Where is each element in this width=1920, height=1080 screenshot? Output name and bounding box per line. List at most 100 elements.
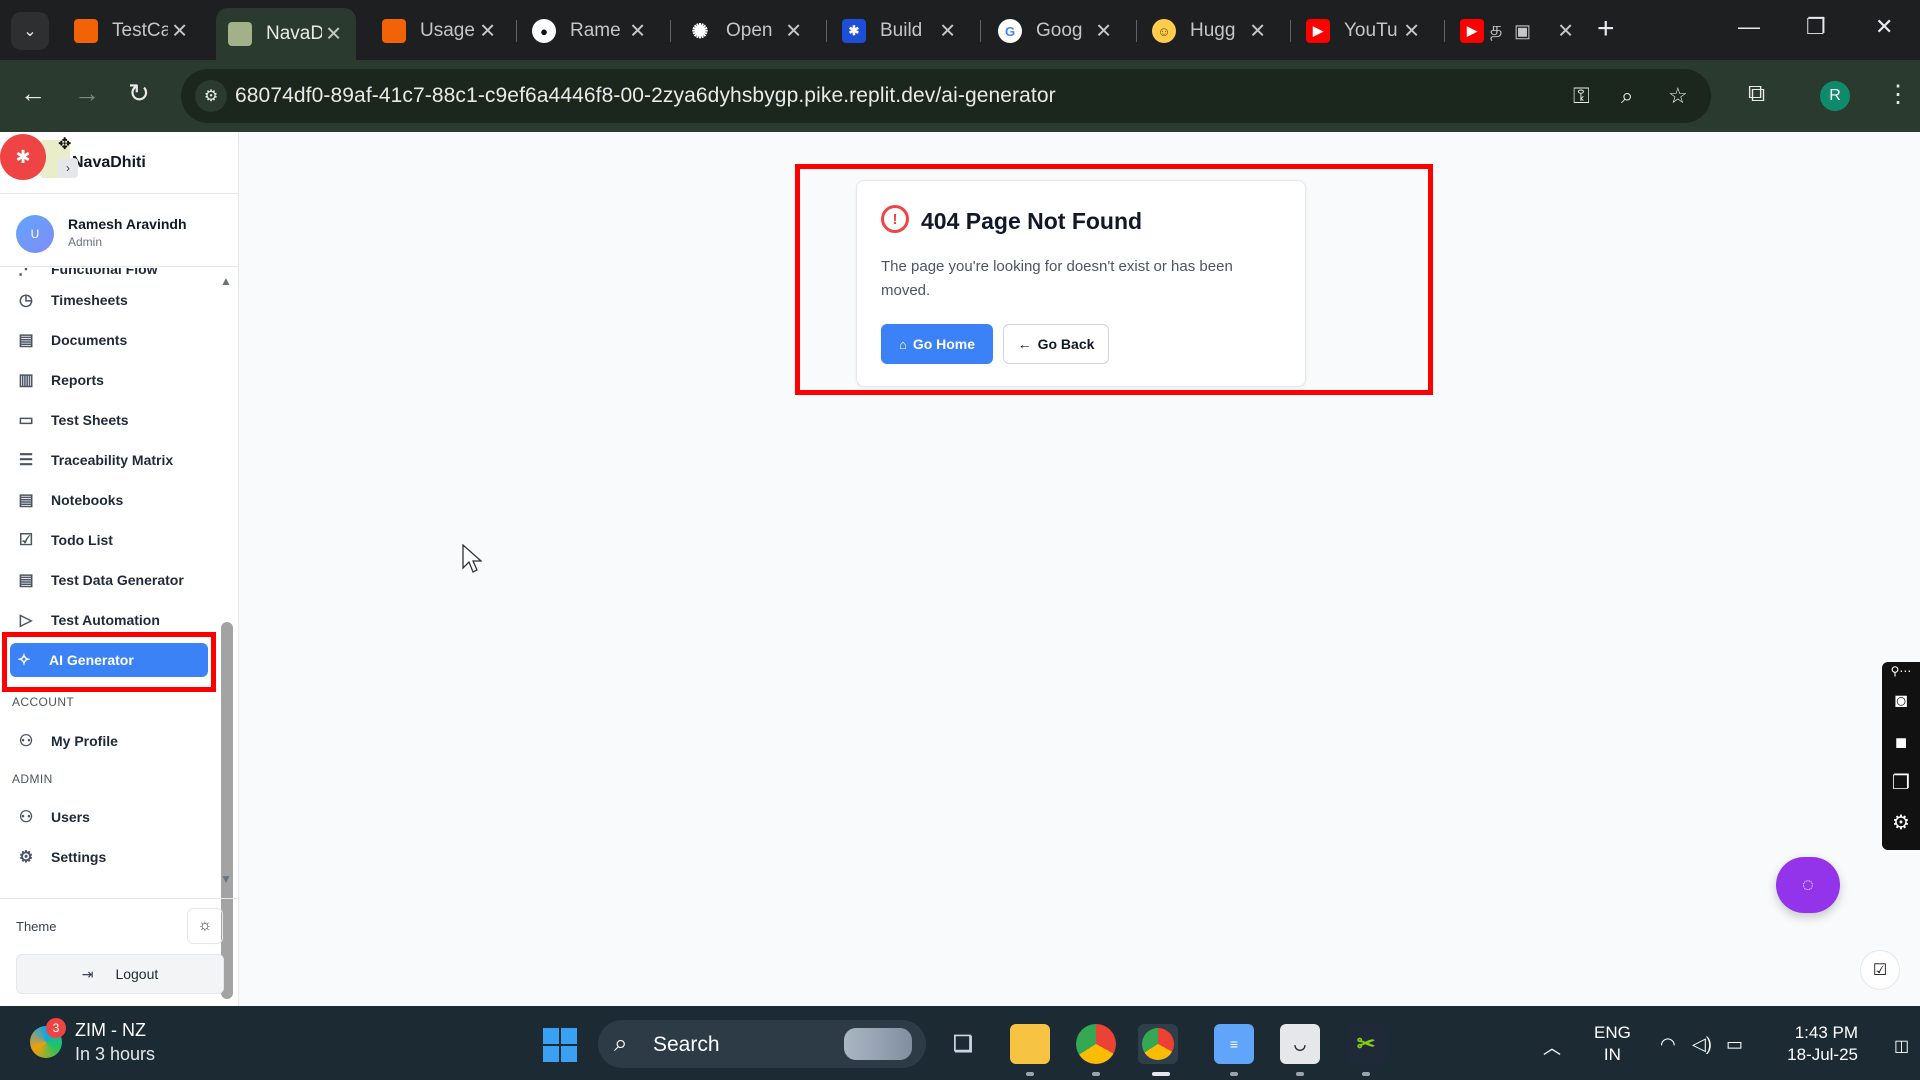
sidebar-item-traceability-matrix[interactable]: ☰ Traceability Matrix [12,443,206,477]
minimize-icon[interactable]: — [1738,14,1760,40]
browser-tab[interactable]: ✺ Open ✕ [676,10,816,52]
notification-badge: 3 [46,1018,66,1038]
tab-separator [980,20,981,42]
sidebar-item-users[interactable]: ⚇ Users [12,800,206,834]
alert-circle-icon: ! [881,205,909,233]
go-home-button[interactable]: ⌂ Go Home [881,324,993,364]
browser-toolbar: ← → ↻ ⚙ 68074df0-89af-41c7-88c1-c9ef6a44… [0,60,1920,132]
browser-tab[interactable]: ☺ Hugg ✕ [1140,10,1280,52]
github-icon: ● [532,19,556,43]
close-icon[interactable]: ✕ [1249,19,1266,44]
site-info-icon[interactable]: ⚙ [195,80,227,112]
windows-icon[interactable]: ❐ [1888,770,1914,795]
notepad-icon[interactable]: ≡ [1214,1024,1254,1064]
gear-icon[interactable]: ⚙ [1888,810,1914,835]
windows-start-icon[interactable] [543,1028,577,1062]
language-indicator[interactable]: ENG IN [1594,1022,1631,1066]
scroll-down-arrow[interactable]: ▼ [219,872,233,886]
browser-tab[interactable]: G Goog ✕ [986,10,1126,52]
checkbox-icon: ☑ [18,532,34,549]
sidebar-item-label: Settings [51,849,107,865]
address-bar[interactable]: ⚙ 68074df0-89af-41c7-88c1-c9ef6a4446f8-0… [181,69,1711,123]
chrome-active-window[interactable] [1138,1024,1178,1064]
tab-title: NavaD [266,23,322,44]
close-icon[interactable]: ✕ [171,19,188,44]
weather-subtitle[interactable]: In 3 hours [75,1044,155,1065]
url-text[interactable]: 68074df0-89af-41c7-88c1-c9ef6a4446f8-00-… [235,84,1056,108]
scroll-up-arrow[interactable]: ▲ [219,274,233,288]
sidebar-item-label: Todo List [51,532,113,548]
section-heading-admin: ADMIN [12,772,53,786]
tab-separator [1136,20,1137,42]
snipping-tool-icon[interactable]: ✂ [1346,1024,1386,1064]
zoom-icon[interactable]: ⌕ [1621,83,1633,109]
sidebar-scrollbar-thumb[interactable] [221,622,233,999]
go-back-button[interactable]: ← Go Back [1003,324,1109,364]
sidebar-item-test-data-generator[interactable]: ▤ Test Data Generator [12,563,206,597]
more-icon[interactable]: ⚲⋯ [1888,664,1914,678]
password-key-icon[interactable]: ⚿ [1573,83,1590,109]
page-title: 404 Page Not Found [921,208,1143,234]
taskbar-search[interactable]: ⌕ Search [598,1020,926,1068]
move-icon[interactable]: ✥ [58,134,71,154]
bookmark-star-icon[interactable]: ☆ [1668,83,1688,109]
close-icon[interactable]: ✕ [1557,19,1574,44]
extensions-icon[interactable]: ⧉ [1748,80,1765,108]
close-icon[interactable]: ✕ [1403,19,1420,44]
theme-label: Theme [16,919,57,934]
tab-search-button[interactable]: ⌄ [11,12,49,50]
restore-icon[interactable]: ❐ [1806,14,1826,40]
file-explorer-icon[interactable] [1010,1024,1050,1064]
browser-tab[interactable]: ● Rame ✕ [520,10,660,52]
app-icon[interactable]: ◡ [1280,1024,1320,1064]
task-view-icon[interactable]: ❏ [943,1024,983,1064]
reload-icon[interactable]: ↻ [128,78,150,109]
video-icon[interactable]: ■ [1888,732,1914,755]
logout-button[interactable]: ⇥ Logout [16,954,224,994]
sidebar-item-test-sheets[interactable]: ▭ Test Sheets [12,403,206,437]
tab-separator [826,20,827,42]
chevron-right-icon[interactable]: › [58,158,78,178]
task-check-button[interactable]: ☑ [1860,950,1900,990]
sidebar-item-todo-list[interactable]: ☑ Todo List [12,523,206,557]
browser-tab[interactable]: Usage ✕ [370,10,510,52]
close-icon[interactable]: ✕ [939,19,956,44]
browser-tab-active[interactable]: NavaD ✕ [216,8,356,60]
sidebar-item-documents[interactable]: ▤ Documents [12,323,206,357]
sidebar-item-timesheets[interactable]: ◷ Timesheets [12,283,206,317]
back-icon[interactable]: ← [20,78,46,109]
theme-toggle-button[interactable]: ☼ [187,908,223,944]
chrome-icon[interactable] [1076,1024,1116,1064]
sidebar-item-notebooks[interactable]: ▤ Notebooks [12,483,206,517]
volume-icon[interactable]: ◁) [1692,1034,1712,1055]
browser-tab[interactable]: TestCa ✕ [62,10,202,52]
weather-title[interactable]: ZIM - NZ [75,1020,146,1041]
camera-icon[interactable]: ◙ [1888,690,1914,713]
close-icon[interactable]: ✕ [785,19,802,44]
battery-icon[interactable]: ▭ [1726,1034,1743,1055]
notification-icon[interactable]: ◫ [1894,1036,1909,1056]
logout-label: Logout [115,966,159,982]
browser-tab[interactable]: ▶ YouTu ✕ [1294,10,1434,52]
sidebar-item-reports[interactable]: ▥ Reports [12,363,206,397]
browser-tab[interactable]: ✱ Build ✕ [830,10,970,52]
chat-button[interactable]: ◌ [1776,857,1840,913]
new-tab-button[interactable]: + [1597,14,1615,44]
system-clock[interactable]: 1:43 PM 18-Jul-25 [1772,1022,1858,1066]
tab-title: TestCa [112,20,168,41]
close-icon[interactable]: ✕ [479,19,496,44]
close-icon[interactable]: ✕ [629,19,646,44]
chevron-up-icon[interactable]: ︿ [1543,1034,1561,1060]
close-icon[interactable]: ✕ [1095,19,1112,44]
sidebar-item-my-profile[interactable]: ⚇ My Profile [12,724,206,758]
profile-avatar[interactable]: R [1820,81,1850,111]
forward-icon[interactable]: → [74,78,100,109]
mouse-cursor-icon [462,544,482,573]
close-icon[interactable]: ✕ [325,22,342,47]
window-close-icon[interactable]: ✕ [1875,14,1893,40]
sidebar-item-settings[interactable]: ⚙ Settings [12,840,206,866]
bug-report-icon[interactable]: ✱ [0,134,46,180]
browser-tab[interactable]: ▶ த ▣ ✕ [1448,10,1588,52]
more-menu-icon[interactable]: ⋮ [1886,80,1910,109]
wifi-icon[interactable]: ◠ [1660,1034,1676,1055]
